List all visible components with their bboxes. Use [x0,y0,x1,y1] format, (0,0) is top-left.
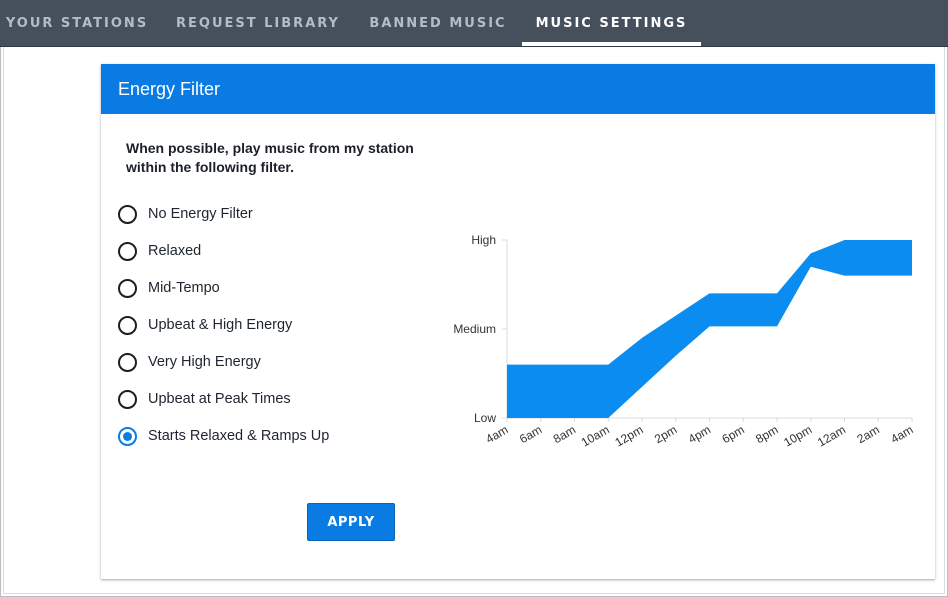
filter-description: When possible, play music from my statio… [126,140,414,175]
x-tick-label: 4am [888,422,915,446]
x-tick-label: 6pm [720,422,747,446]
option-label: Upbeat at Peak Times [148,391,291,407]
radio-button-selected[interactable] [118,426,137,446]
radio-button[interactable] [118,204,137,224]
tab-request-library[interactable]: REQUEST LIBRARY [170,0,346,46]
option-upbeat-high-energy[interactable]: Upbeat & High Energy [118,314,292,336]
option-upbeat-peak-times[interactable]: Upbeat at Peak Times [118,388,291,410]
x-tick-label: 4pm [686,422,713,446]
energy-filter-card: Energy Filter When possible, play music … [101,64,935,579]
x-tick-label: 10am [579,422,612,449]
x-tick-label: 4am [483,422,510,446]
option-label: Very High Energy [148,354,261,370]
x-tick-label: 10pm [781,422,814,449]
card-title: Energy Filter [118,78,221,99]
option-label: No Energy Filter [148,206,253,222]
radio-button[interactable] [118,315,137,335]
option-very-high-energy[interactable]: Very High Energy [118,351,261,373]
x-tick-label: 2am [855,422,882,446]
radio-button[interactable] [118,389,137,409]
y-tick-label: Low [474,411,496,425]
y-tick-label: Medium [453,322,496,336]
card-header: Energy Filter [101,64,935,114]
x-tick-label: 2pm [652,422,679,446]
tab-banned-music[interactable]: BANNED MUSIC [362,0,514,46]
top-navigation: YOUR STATIONS REQUEST LIBRARY BANNED MUS… [0,0,948,47]
option-label: Starts Relaxed & Ramps Up [148,428,330,444]
option-mid-tempo[interactable]: Mid-Tempo [118,277,220,299]
y-tick-label: High [471,233,496,247]
chart-plot: Low Medium High 4am 6am 8am 10am 12pm 2pm 4pm 6pm 8… [453,233,915,450]
radio-button[interactable] [118,241,137,261]
option-no-energy-filter[interactable]: No Energy Filter [118,203,253,225]
x-tick-label: 6am [517,422,544,446]
x-tick-label: 8pm [753,422,780,446]
bottom-border [3,593,945,594]
option-label: Relaxed [148,243,202,259]
right-border [944,47,945,594]
energy-band-area [507,240,912,418]
radio-button[interactable] [118,278,137,298]
left-border [3,47,4,594]
apply-button[interactable]: APPLY [307,503,395,541]
x-tick-label: 8am [551,422,578,446]
radio-button[interactable] [118,352,137,372]
energy-chart: Low Medium High 4am 6am 8am 10am 12pm 2pm 4pm 6pm 8… [453,233,915,450]
tab-your-stations[interactable]: YOUR STATIONS [0,0,154,46]
option-label: Mid-Tempo [148,280,220,296]
x-tick-label: 12am [815,422,848,449]
x-tick-label: 12pm [612,422,645,449]
option-starts-relaxed-ramps-up[interactable]: Starts Relaxed & Ramps Up [118,425,329,447]
option-relaxed[interactable]: Relaxed [118,240,201,262]
tab-music-settings[interactable]: MUSIC SETTINGS [522,0,701,46]
option-label: Upbeat & High Energy [148,317,293,333]
